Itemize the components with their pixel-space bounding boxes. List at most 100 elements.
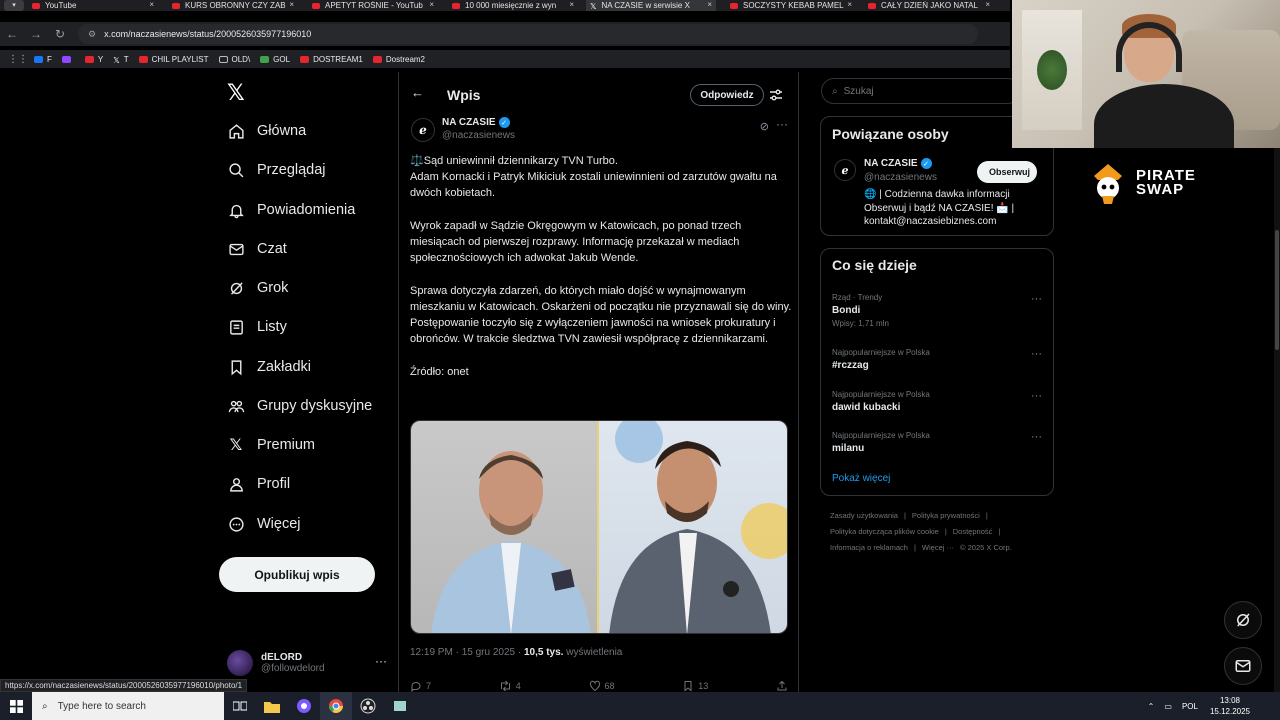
like-action[interactable]: 68 [589,678,615,692]
browser-tab[interactable]: KURS OBRONNY CZY ZAB × [168,0,298,11]
author-name[interactable]: NA CZASIE ✓ [442,117,510,128]
close-icon[interactable]: × [569,0,574,9]
file-explorer-icon[interactable] [256,692,288,720]
close-icon[interactable]: × [985,0,990,9]
trend-item[interactable]: Najpopularniejsze w Polska #rczzag ··· [832,348,1042,371]
taskbar-search-input[interactable]: ⌕ Type here to search [32,692,224,720]
app-icon[interactable] [288,692,320,720]
grok-icon[interactable]: ⊘ [760,120,769,133]
follow-button[interactable]: Obserwuj [977,161,1037,183]
account-switcher[interactable]: dELORD @followdelord ··· [227,646,387,680]
post-photo[interactable] [410,420,788,634]
forward-icon[interactable]: → [24,27,48,41]
trend-item[interactable]: Najpopularniejsze w Polska milanu ··· [832,431,1042,454]
more-dots-icon[interactable]: ··· [1031,348,1042,360]
trend-item[interactable]: Rząd · Trendy Bondi Wpisy: 1,71 mln ··· [832,293,1042,328]
nav-item-profile[interactable]: Profil [227,469,290,499]
tray-chevron-icon[interactable]: ⌃ [1148,702,1155,711]
trend-item[interactable]: Najpopularniejsze w Polska dawid kubacki… [832,390,1042,413]
network-icon[interactable]: ▭ [1164,702,1172,711]
close-icon[interactable]: × [847,0,852,9]
close-icon[interactable]: × [149,0,154,9]
more-dots-icon[interactable]: ··· [375,654,387,668]
more-dots-icon[interactable]: ··· [776,117,788,131]
nav-item-explore[interactable]: Przeglądaj [227,155,326,185]
bookmark-item[interactable] [61,55,75,63]
browser-tab[interactable]: SOCZYSTY KEBAB PAMEL × [726,0,856,11]
bookmark-item[interactable]: Y [84,55,103,64]
footer-link[interactable]: Polityka prywatności [912,511,980,520]
browser-tab[interactable]: 10 000 miesięcznie z wyn × [448,0,578,11]
reload-icon[interactable]: ↻ [48,27,72,41]
scrollbar-thumb[interactable] [1275,230,1279,350]
site-settings-icon[interactable]: ⚙ [88,29,96,40]
more-dots-icon[interactable]: ··· [1031,390,1042,402]
x-logo-icon[interactable]: 𝕏 [227,80,245,106]
close-icon[interactable]: × [707,0,712,9]
bookmark-item[interactable]: 𝕏T [113,55,128,65]
youtube-icon [312,2,320,9]
grok-float-button[interactable] [1224,601,1262,639]
bookmark-action[interactable]: 13 [682,678,708,692]
nav-label: Premium [257,437,316,453]
post-timestamp[interactable]: 12:19 PM · 15 gru 2025 · [410,647,524,658]
footer-link[interactable]: Więcej ··· [922,543,954,552]
nav-item-chat[interactable]: Czat [227,234,287,264]
bookmark-item[interactable]: CHIL PLAYLIST [138,55,209,64]
chrome-icon[interactable] [320,692,352,720]
nav-item-notifications[interactable]: Powiadomienia [227,195,355,225]
author-avatar[interactable]: ℯ [411,118,435,142]
nav-item-bookmarks[interactable]: Zakładki [227,352,311,382]
close-icon[interactable]: × [289,0,294,9]
close-icon[interactable]: × [429,0,434,9]
back-icon[interactable]: ← [0,27,24,41]
browser-tab[interactable]: CAŁY DZIEŃ JAKO NATAL × [864,0,994,11]
repost-action[interactable]: 4 [499,678,521,692]
footer-link[interactable]: Informacja o reklamach [830,543,908,552]
task-view-icon[interactable] [224,692,256,720]
app-icon[interactable] [384,692,416,720]
messages-float-button[interactable] [1224,647,1262,685]
footer-link[interactable]: Zasady użytkowania [830,511,898,520]
windows-start-icon[interactable] [0,692,32,720]
more-dots-icon[interactable]: ··· [1031,431,1042,443]
show-more-link[interactable]: Pokaż więcej [832,473,890,484]
obs-icon[interactable] [352,692,384,720]
footer-link[interactable]: Dostępność [953,527,993,536]
nav-item-communities[interactable]: Grupy dyskusyjne [227,391,372,421]
nav-item-grok[interactable]: Grok [227,273,288,303]
back-arrow-icon[interactable]: ← [411,85,424,100]
search-input[interactable]: ⌕ Szukaj [821,78,1021,104]
filter-icon[interactable] [769,88,783,106]
share-action[interactable] [776,678,788,692]
bookmark-item[interactable]: DOSTREAM1 [300,55,363,64]
nav-label: Główna [257,123,307,139]
clock[interactable]: 13:08 15.12.2025 [1210,695,1250,717]
footer-link[interactable]: Polityka dotycząca plików cookie [830,527,939,536]
tab-search-button[interactable]: ▾ [4,0,24,11]
related-handle[interactable]: @naczasienews [864,172,937,183]
author-handle[interactable]: @naczasienews [442,130,515,141]
nav-item-premium[interactable]: 𝕏 Premium [227,430,315,460]
related-avatar[interactable]: ℯ [834,159,856,181]
bookmark-item[interactable]: GOL [260,55,290,64]
post-button[interactable]: Opublikuj wpis [219,557,375,592]
nav-item-more[interactable]: Więcej [227,509,301,539]
apps-grid-icon[interactable]: ⋮⋮ [8,54,28,65]
language-indicator[interactable]: POL [1182,702,1198,711]
bookmark-item[interactable]: Dostream2 [372,55,425,64]
browser-tab-active[interactable]: 𝕏 NA CZASIE w serwisie X × [586,0,716,11]
reply-action[interactable]: 7 [410,678,431,692]
tab-title: SOCZYSTY KEBAB PAMEL [743,1,844,10]
more-dots-icon[interactable]: ··· [1031,293,1042,305]
browser-tab[interactable]: APETYT ROŚNIE - YouTub × [308,0,438,11]
nav-item-lists[interactable]: Listy [227,312,287,342]
reply-button[interactable]: Odpowiedz [690,84,764,106]
bookmark-item[interactable]: OLD\ [218,55,250,64]
browser-tab[interactable]: YouTube × [28,0,158,11]
bookmark-item[interactable]: F [34,55,52,64]
nav-item-home[interactable]: Główna [227,116,306,146]
related-name[interactable]: NA CZASIE ✓ [864,158,932,169]
account-handle: @followdelord [261,663,325,674]
url-input[interactable]: ⚙ x.com/naczasienews/status/200052603597… [78,24,978,44]
